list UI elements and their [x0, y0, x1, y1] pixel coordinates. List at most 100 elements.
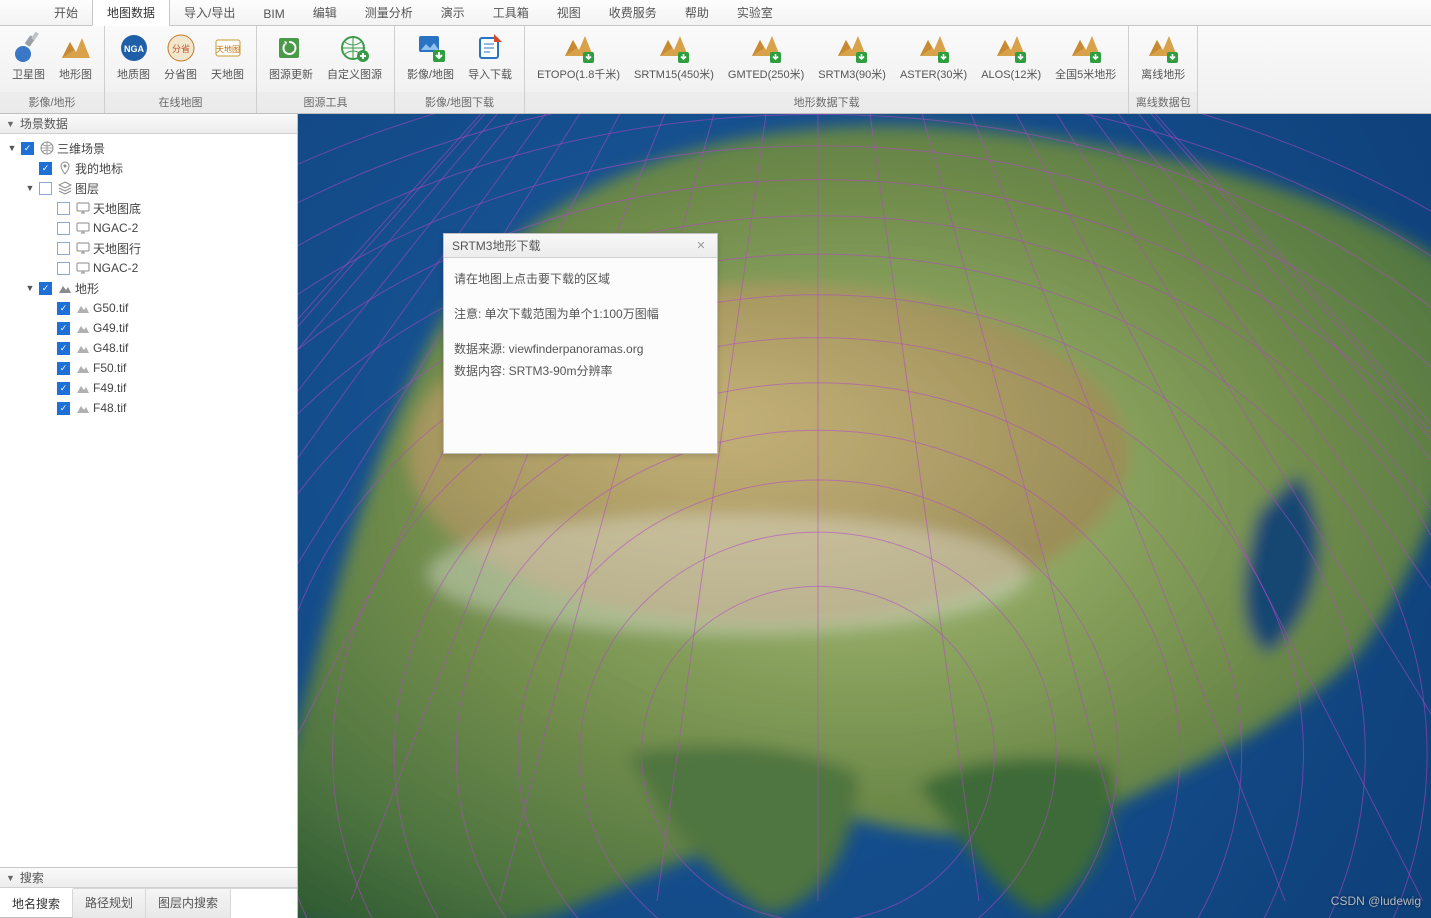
tree-node-label: G50.tif [93, 301, 128, 315]
tree-node-label: 我的地标 [75, 160, 123, 177]
ribbon-group-label: 地形数据下载 [525, 92, 1128, 113]
etopo-button[interactable]: ETOPO(1.8千米) [531, 30, 626, 82]
tif-icon [75, 360, 91, 376]
tree-checkbox[interactable]: ✓ [57, 342, 70, 355]
alos-button[interactable]: ALOS(12米) [975, 30, 1047, 82]
node-tianditu-admin[interactable]: 天地图行 [0, 238, 297, 258]
tree-checkbox[interactable]: ✓ [39, 162, 52, 175]
menu-item-0[interactable]: 开始 [40, 0, 92, 25]
chevron-down-icon[interactable]: ▼ [24, 283, 36, 293]
menu-item-7[interactable]: 工具箱 [479, 0, 543, 25]
node-tianditu-base[interactable]: 天地图底 [0, 198, 297, 218]
srtm15-button[interactable]: SRTM15(450米) [628, 30, 720, 82]
ribbon-group-5: 离线地形离线数据包 [1129, 26, 1198, 113]
close-icon[interactable]: ✕ [693, 238, 709, 254]
svg-text:天地图: 天地图 [216, 44, 240, 54]
terrain-dl-icon [836, 32, 868, 64]
search-panel-header[interactable]: ▼ 搜索 [0, 868, 297, 888]
tree-node-label: NGAC-2 [93, 261, 138, 275]
ribbon-button-label: 天地图 [211, 66, 244, 82]
node-f49[interactable]: ✓F49.tif [0, 378, 297, 398]
node-g49[interactable]: ✓ G49.tif [0, 318, 297, 338]
menu-item-6[interactable]: 演示 [427, 0, 479, 25]
menu-item-2[interactable]: 导入/导出 [170, 0, 249, 25]
ribbon-group-label: 影像/地形 [0, 92, 104, 113]
import-download-button[interactable]: 导入下载 [462, 30, 518, 82]
aster-button[interactable]: ASTER(30米) [894, 30, 973, 82]
node-scene[interactable]: ▼✓三维场景 [0, 138, 297, 158]
download-image-icon [415, 32, 447, 64]
tree-checkbox[interactable]: ✓ [57, 402, 70, 415]
province-map-button[interactable]: 分省分省图 [158, 30, 203, 82]
search-tab-1[interactable]: 路径规划 [73, 889, 146, 918]
terrain-dl-icon [1070, 32, 1102, 64]
tree-checkbox[interactable]: ✓ [57, 302, 70, 315]
satellite-imagery-button[interactable]: 卫星图 [6, 30, 51, 82]
source-add-icon [339, 32, 371, 64]
ribbon-button-label: GMTED(250米) [728, 66, 804, 82]
node-g50[interactable]: ✓ G50.tif [0, 298, 297, 318]
tree-checkbox[interactable] [57, 242, 70, 255]
custom-source-button[interactable]: 自定义图源 [321, 30, 388, 82]
srtm3-button[interactable]: SRTM3(90米) [812, 30, 892, 82]
tree-checkbox[interactable]: ✓ [57, 382, 70, 395]
terrain-dl-icon [750, 32, 782, 64]
scene-data-panel-header[interactable]: ▼ 场景数据 [0, 114, 297, 134]
menu-item-8[interactable]: 视图 [543, 0, 595, 25]
menu-item-5[interactable]: 测量分析 [351, 0, 427, 25]
popup-line-1: 请在地图上点击要下载的区域 [454, 268, 707, 291]
node-layers[interactable]: ▼图层 [0, 178, 297, 198]
node-g48[interactable]: ✓G48.tif [0, 338, 297, 358]
svg-text:NGA: NGA [124, 44, 145, 54]
pin-icon [57, 160, 73, 176]
tianditu-button[interactable]: 天地图天地图 [205, 30, 250, 82]
scene-tree[interactable]: ▼✓三维场景✓我的地标▼图层天地图底NGAC-2天地图行NGAC-2▼✓地形✓G… [0, 134, 297, 867]
search-tab-0[interactable]: 地名搜索 [0, 888, 73, 918]
tree-checkbox[interactable]: ✓ [57, 322, 70, 335]
tree-checkbox[interactable]: ✓ [21, 142, 34, 155]
menu-item-9[interactable]: 收费服务 [595, 0, 671, 25]
ribbon-button-label: SRTM15(450米) [634, 66, 714, 82]
scene-data-panel-title: 场景数据 [20, 115, 68, 132]
menu-item-1[interactable]: 地图数据 [92, 0, 170, 26]
menu-item-4[interactable]: 编辑 [299, 0, 351, 25]
chevron-down-icon[interactable]: ▼ [24, 183, 36, 193]
tree-node-label: G49.tif [93, 321, 128, 335]
popup-title: SRTM3地形下载 [452, 237, 540, 254]
tree-checkbox[interactable]: ✓ [57, 362, 70, 375]
node-f48[interactable]: ✓F48.tif [0, 398, 297, 418]
tree-checkbox[interactable] [57, 222, 70, 235]
national-5m-button[interactable]: 全国5米地形 [1049, 30, 1122, 82]
node-ngac-2a[interactable]: NGAC-2 [0, 218, 297, 238]
offline-terrain-button[interactable]: 离线地形 [1135, 30, 1191, 82]
tree-checkbox[interactable]: ✓ [39, 282, 52, 295]
ribbon-button-label: 分省图 [164, 66, 197, 82]
source-update-button[interactable]: 图源更新 [263, 30, 319, 82]
search-panel: ▼ 搜索 地名搜索路径规划图层内搜索 [0, 867, 297, 918]
node-f50[interactable]: ✓F50.tif [0, 358, 297, 378]
menu-item-3[interactable]: BIM [249, 2, 298, 25]
node-terrain[interactable]: ▼✓地形 [0, 278, 297, 298]
imagery-map-download-button[interactable]: 影像/地图 [401, 30, 460, 82]
popup-line-4: 数据内容: SRTM3-90m分辨率 [454, 360, 707, 383]
menu-item-11[interactable]: 实验室 [723, 0, 787, 25]
tree-checkbox[interactable] [39, 182, 52, 195]
terrain-dl-icon [563, 32, 595, 64]
geology-map-button[interactable]: NGA地质图 [111, 30, 156, 82]
popup-line-2: 注意: 单次下载范围为单个1:100万图幅 [454, 303, 707, 326]
monitor-icon [75, 220, 91, 236]
chevron-down-icon[interactable]: ▼ [6, 143, 18, 153]
tree-checkbox[interactable] [57, 262, 70, 275]
map-viewport[interactable]: CSDN @ludewig SRTM3地形下载 ✕ 请在地图上点击要下载的区域 … [298, 114, 1431, 918]
search-tab-2[interactable]: 图层内搜索 [146, 889, 231, 918]
tree-checkbox[interactable] [57, 202, 70, 215]
gmted-button[interactable]: GMTED(250米) [722, 30, 810, 82]
node-my-placemarks[interactable]: ✓ 我的地标 [0, 158, 297, 178]
tif-icon [75, 340, 91, 356]
popup-header[interactable]: SRTM3地形下载 ✕ [444, 234, 717, 258]
menu-item-10[interactable]: 帮助 [671, 0, 723, 25]
node-ngac-2b[interactable]: NGAC-2 [0, 258, 297, 278]
ribbon-group-2: 图源更新自定义图源图源工具 [257, 26, 395, 113]
terrain-imagery-button[interactable]: 地形图 [53, 30, 98, 82]
tif-icon [75, 400, 91, 416]
